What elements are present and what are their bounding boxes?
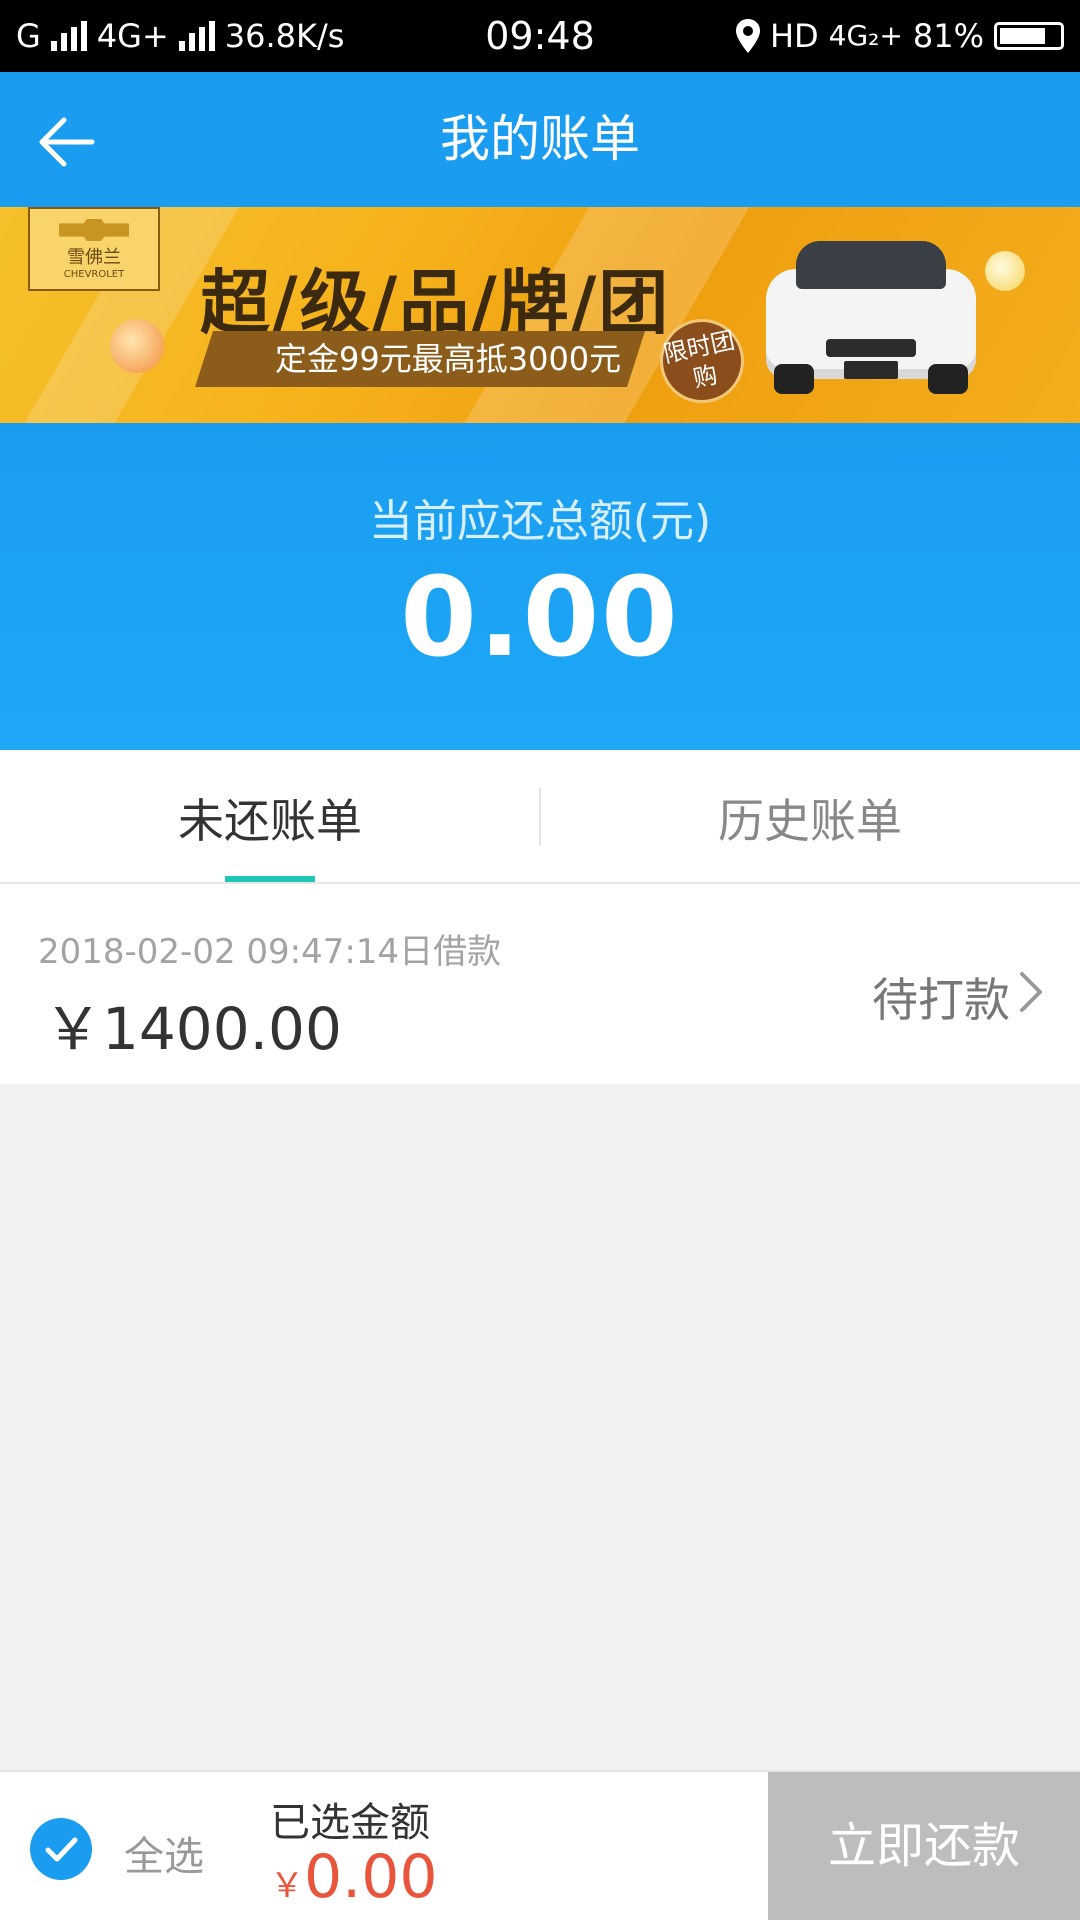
bill-amount: ￥1400.00 bbox=[44, 995, 342, 1063]
pay-now-button[interactable]: 立即还款 bbox=[768, 1772, 1080, 1920]
bill-date: 2018-02-02 09:47:14日借款 bbox=[38, 932, 502, 972]
location-icon bbox=[735, 19, 760, 53]
chevron-right-icon bbox=[1020, 972, 1042, 1012]
tab-history-bills[interactable]: 历史账单 bbox=[540, 750, 1080, 882]
bill-tabs: 未还账单 历史账单 bbox=[0, 750, 1080, 884]
back-arrow-icon bbox=[39, 117, 95, 167]
back-button[interactable] bbox=[30, 102, 110, 182]
banner-orb-left bbox=[110, 319, 164, 373]
battery-icon bbox=[994, 22, 1064, 50]
chevrolet-logo: 雪佛兰 CHEVROLET bbox=[28, 207, 160, 291]
currency-symbol: ￥ bbox=[270, 1866, 304, 1906]
tab-unpaid-bills[interactable]: 未还账单 bbox=[0, 750, 540, 882]
promo-banner[interactable]: 雪佛兰 CHEVROLET 超/级/品/牌/团 定金99元最高抵3000元 限时… bbox=[0, 207, 1080, 423]
select-all-checkbox[interactable] bbox=[30, 1818, 92, 1880]
banner-orb-right bbox=[985, 251, 1025, 291]
car-image bbox=[756, 229, 986, 409]
hd-label: HD bbox=[769, 17, 819, 55]
check-icon bbox=[45, 1837, 78, 1862]
page-title: 我的账单 bbox=[440, 110, 640, 168]
logo-subtext: CHEVROLET bbox=[63, 269, 125, 280]
app-header: 我的账单 bbox=[0, 72, 1080, 207]
total-due-label: 当前应还总额(元) bbox=[368, 496, 712, 547]
total-due-amount: 0.00 bbox=[400, 553, 680, 681]
network-label-right: 4G₂+ bbox=[828, 19, 903, 52]
total-due-panel: 当前应还总额(元) 0.00 bbox=[0, 423, 1080, 750]
bottom-action-bar: 全选 已选金额 ￥0.00 立即还款 bbox=[0, 1770, 1080, 1920]
selected-amount-value: 0.00 bbox=[304, 1842, 438, 1912]
logo-text: 雪佛兰 bbox=[67, 247, 121, 268]
chevrolet-bowtie-icon bbox=[59, 219, 129, 241]
status-bar: G 4G+ 36.8K/s 09:48 HD 4G₂+ 81% bbox=[0, 0, 1080, 72]
bill-list-item[interactable]: 2018-02-02 09:47:14日借款 ￥1400.00 待打款 bbox=[0, 884, 1080, 1084]
bill-status: 待打款 bbox=[872, 973, 1010, 1027]
selected-amount: ￥0.00 bbox=[270, 1842, 438, 1912]
active-tab-indicator bbox=[225, 876, 315, 882]
selected-amount-label: 已选金额 bbox=[270, 1800, 430, 1846]
battery-percent: 81% bbox=[912, 17, 984, 55]
banner-subline: 定金99元最高抵3000元 bbox=[195, 331, 645, 387]
status-right: HD 4G₂+ 81% bbox=[735, 0, 1064, 72]
select-all-label[interactable]: 全选 bbox=[124, 1824, 204, 1882]
